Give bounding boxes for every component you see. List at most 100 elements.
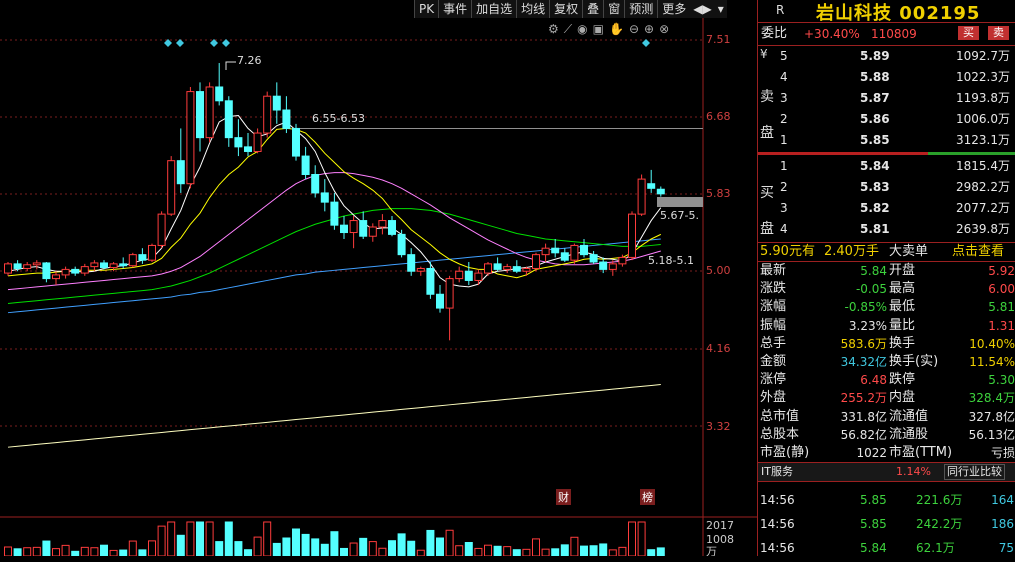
- big-order-view-link[interactable]: 点击查看: [952, 243, 1004, 261]
- dragon-tiger-list-marker[interactable]: 榜: [640, 489, 655, 505]
- candle-body: [589, 254, 598, 263]
- tick-time: 14:56: [760, 541, 795, 556]
- candle-body: [426, 267, 435, 295]
- buy-order-row[interactable]: 3 5.82 2077.2万: [758, 198, 1015, 219]
- financial-report-marker[interactable]: 财: [556, 489, 571, 505]
- volume-bar: [42, 540, 51, 556]
- sell-order-row[interactable]: 1 5.85 3123.1万: [758, 130, 1015, 151]
- stat-row: 涨跌 -0.05 最高 6.00: [758, 280, 1015, 298]
- volume-bar: [551, 548, 560, 556]
- candle-body: [464, 270, 473, 281]
- sell-order-row[interactable]: 5 5.89 1092.7万: [758, 46, 1015, 67]
- toolbar-window-button[interactable]: 窗: [603, 0, 624, 18]
- volume-bar: [167, 521, 176, 556]
- big-order-row[interactable]: 5.90元有 2.40万手 大卖单 点击查看: [758, 242, 1015, 261]
- volume-bar: [426, 529, 435, 556]
- order-level: 2: [780, 180, 788, 194]
- candle-body: [368, 226, 377, 237]
- sell-order-row[interactable]: 3 5.87 1193.8万: [758, 88, 1015, 109]
- tick-row: 14:56 5.85 221.6万 164: [758, 490, 1015, 514]
- industry-change: 1.14%: [896, 465, 931, 479]
- buy-button[interactable]: 买: [958, 26, 979, 40]
- candle-body: [71, 268, 80, 274]
- industry-compare-button[interactable]: 同行业比较: [944, 464, 1005, 481]
- toolbar-pk-button[interactable]: PK: [414, 0, 438, 18]
- stat-value: 11.54%: [969, 354, 1015, 369]
- stat-label: 最高: [889, 281, 916, 297]
- stat-value: 327.8亿: [968, 409, 1015, 424]
- eye-icon[interactable]: ◉: [577, 22, 587, 37]
- zoom-in-icon[interactable]: ⊕: [644, 22, 654, 37]
- candle-body: [215, 86, 224, 102]
- tick-time: 14:56: [760, 517, 795, 532]
- candle-body: [484, 263, 492, 274]
- toolbar-adjust-button[interactable]: 复权: [549, 0, 582, 18]
- candle-body: [282, 109, 291, 129]
- candle-body: [637, 178, 646, 215]
- chevron-down-icon[interactable]: ▾: [715, 0, 727, 18]
- order-volume: 2639.8万: [956, 222, 1010, 236]
- zoom-out-icon[interactable]: ⊖: [629, 22, 639, 37]
- candle-body: [349, 220, 358, 234]
- kline-chart[interactable]: [0, 0, 757, 556]
- volume-bar: [541, 548, 550, 556]
- stat-value: 10.40%: [969, 336, 1015, 351]
- play-sound-icon[interactable]: ◀▶: [690, 0, 714, 18]
- volume-bar: [292, 528, 300, 556]
- candle-body: [628, 213, 636, 258]
- volume-bar: [263, 521, 272, 556]
- candle-body: [340, 224, 348, 234]
- draw-line-icon[interactable]: ⟋: [564, 22, 572, 37]
- candle-body: [100, 262, 108, 269]
- sell-order-row[interactable]: 2 5.86 1006.0万: [758, 109, 1015, 130]
- stat-label: 金额: [760, 353, 787, 369]
- volume-bar: [359, 537, 368, 556]
- toolbar-forecast-button[interactable]: 预测: [624, 0, 657, 18]
- lock-icon[interactable]: ▣: [593, 22, 604, 37]
- volume-bar: [100, 544, 108, 556]
- stat-label: 量比: [889, 317, 916, 333]
- settings-icon[interactable]: ⚙: [548, 22, 559, 37]
- toolbar-events-button[interactable]: 事件: [438, 0, 471, 18]
- weibi-label: 委比: [761, 26, 788, 41]
- hand-icon[interactable]: ✋: [609, 22, 624, 37]
- order-level: 5: [780, 49, 788, 63]
- event-diamond-marker: [222, 39, 230, 47]
- stat-row: 涨幅 -0.85% 最低 5.81: [758, 298, 1015, 316]
- industry-row[interactable]: IT服务 1.14% 同行业比较: [758, 462, 1015, 482]
- order-volume: 2077.2万: [956, 201, 1010, 215]
- industry-name: IT服务: [761, 465, 793, 479]
- buy-order-row[interactable]: 1 5.84 1815.4万: [758, 156, 1015, 177]
- buy-orders: 买 盘 1 5.84 1815.4万 2 5.83 2982.2万 3 5.82 2077.2万…: [758, 156, 1015, 242]
- toolbar-add-watchlist-button[interactable]: 加自选: [471, 0, 516, 18]
- tick-row: 14:56 5.84 62.1万 75: [758, 538, 1015, 562]
- volume-bar: [589, 545, 598, 556]
- tick-count: 75: [998, 541, 1014, 556]
- candle-body: [608, 263, 617, 270]
- candle-body: [397, 233, 406, 256]
- volume-bar: [349, 542, 358, 556]
- stat-label: 最低: [889, 299, 916, 315]
- tick-volume: 242.2万: [916, 517, 963, 532]
- candle-body: [109, 263, 118, 269]
- buy-order-row[interactable]: 2 5.83 2982.2万: [758, 177, 1015, 198]
- kline-chart-area[interactable]: PK 事件 加自选 均线 复权 叠 窗 预测 更多 ◀▶ ▾ ⚙ ⟋ ◉ ▣ ✋…: [0, 0, 757, 556]
- sell-strength-bar: [758, 152, 928, 155]
- stat-label: 开盘: [889, 263, 916, 278]
- candle-body: [167, 160, 176, 215]
- toolbar-ma-button[interactable]: 均线: [516, 0, 549, 18]
- volume-bar: [52, 548, 60, 556]
- order-price: 5.87: [860, 91, 890, 105]
- buy-order-row[interactable]: 4 5.81 2639.8万: [758, 219, 1015, 240]
- volume-unit-label: 万: [706, 545, 717, 556]
- volume-bar: [196, 521, 204, 556]
- toolbar-overlay-button[interactable]: 叠: [582, 0, 603, 18]
- close-icon[interactable]: ⊗: [659, 22, 669, 37]
- volume-bar: [560, 544, 569, 556]
- candle-body: [503, 266, 512, 270]
- toolbar-more-button[interactable]: 更多: [657, 0, 690, 18]
- order-level: 3: [780, 91, 788, 105]
- sell-order-row[interactable]: 4 5.88 1022.3万: [758, 67, 1015, 88]
- candle-body: [599, 261, 608, 270]
- sell-button[interactable]: 卖: [988, 26, 1009, 40]
